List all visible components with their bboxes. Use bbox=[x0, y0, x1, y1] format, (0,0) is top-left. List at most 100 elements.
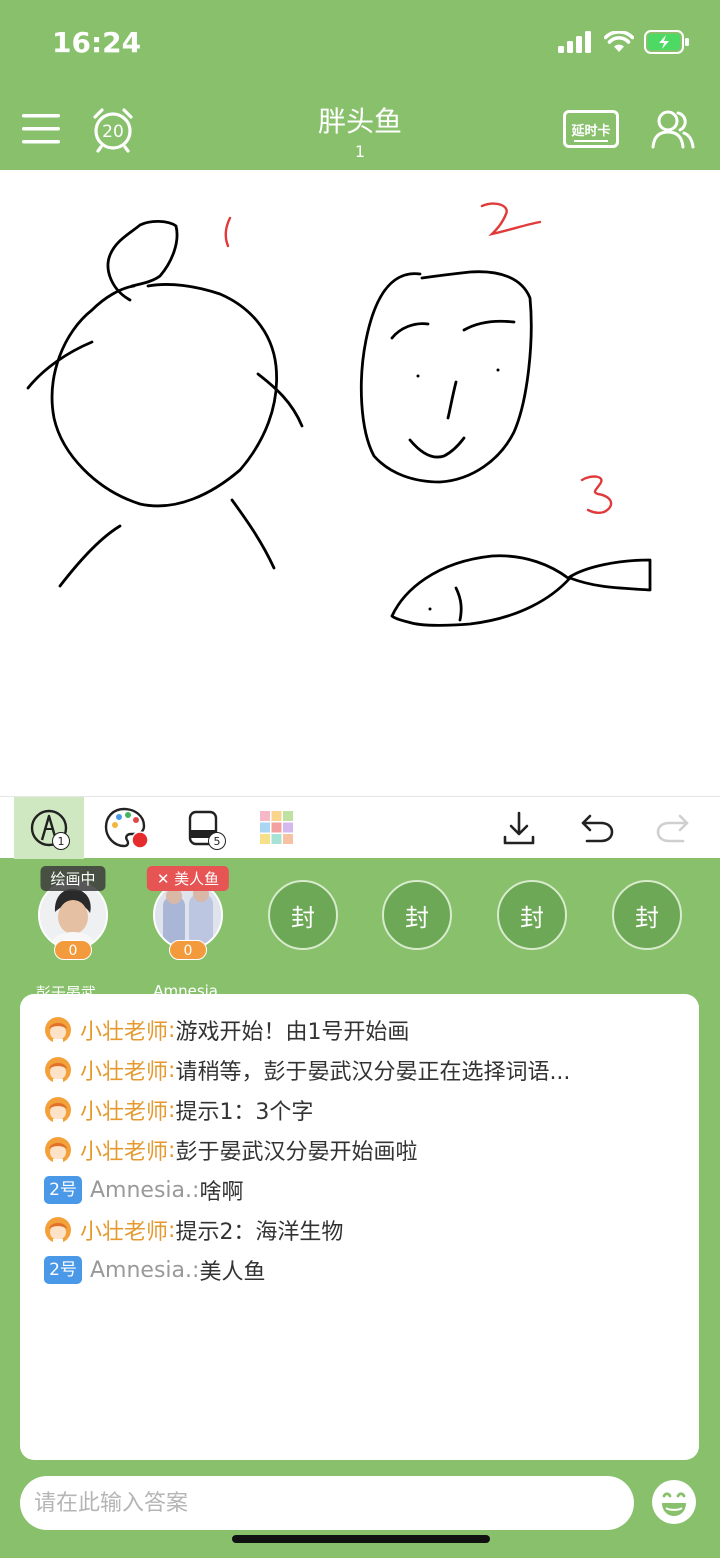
redo-icon bbox=[656, 814, 689, 843]
drawing-toolbar: 1 5 bbox=[0, 796, 720, 859]
players-button[interactable] bbox=[648, 104, 698, 154]
brush-tool[interactable]: 1 bbox=[14, 797, 84, 859]
player-number-badge: 2号 bbox=[44, 1256, 82, 1284]
stroke-body bbox=[50, 283, 279, 508]
stroke-leg-right bbox=[230, 498, 276, 570]
sealed-slot-3[interactable]: 封 bbox=[497, 880, 567, 950]
emoji-icon bbox=[652, 1480, 696, 1524]
teacher-avatar-icon bbox=[45, 1017, 71, 1044]
undo-button[interactable] bbox=[562, 797, 632, 859]
teacher-avatar-icon bbox=[45, 1217, 71, 1244]
palette-tool[interactable] bbox=[92, 797, 162, 859]
message-text: 游戏开始！由1号开始画 bbox=[175, 1020, 410, 1045]
status-bar: 16:24 bbox=[0, 0, 720, 88]
sender-sep: : bbox=[168, 1217, 176, 1243]
eraser-tool[interactable]: 5 bbox=[168, 797, 238, 859]
download-icon bbox=[503, 811, 535, 845]
stroke-face bbox=[359, 270, 533, 484]
wifi-icon bbox=[604, 31, 634, 52]
player-slot-1[interactable]: 绘画中 0 彭于晏武... bbox=[36, 866, 110, 1002]
avatar-image bbox=[40, 882, 106, 948]
message-text: 啥啊 bbox=[199, 1180, 244, 1205]
chat-message: 2号 Amnesia.: 美人鱼 bbox=[44, 1250, 675, 1290]
player-score: 0 bbox=[169, 940, 207, 960]
undo-icon bbox=[581, 814, 614, 843]
avatar-image bbox=[155, 882, 221, 948]
drawing-canvas[interactable] bbox=[0, 170, 720, 796]
stroke-arm-right bbox=[256, 372, 304, 428]
status-icons bbox=[558, 30, 690, 54]
message-text: 提示2：海洋生物 bbox=[175, 1220, 344, 1245]
chat-panel[interactable]: 小壮老师: 游戏开始！由1号开始画 小壮老师: 请稍等，彭于晏武汉分晏正在选择词… bbox=[20, 994, 699, 1460]
sender-sep: : bbox=[168, 1137, 176, 1163]
player-number-badge: 2号 bbox=[44, 1176, 82, 1204]
players-icon bbox=[651, 110, 695, 149]
message-text: 彭于晏武汉分晏开始画啦 bbox=[175, 1140, 418, 1165]
chat-message: 小壮老师: 提示2：海洋生物 bbox=[44, 1210, 675, 1250]
eraser-size: 5 bbox=[208, 832, 226, 850]
dot-eye-left bbox=[416, 374, 420, 378]
stroke-brow-right bbox=[462, 319, 516, 332]
chat-message: 小壮老师: 彭于晏武汉分晏开始画啦 bbox=[44, 1130, 675, 1170]
grid-color-icon bbox=[260, 811, 293, 844]
signal-icon bbox=[558, 31, 591, 53]
sender-sep: : bbox=[192, 1177, 200, 1203]
brush-size: 1 bbox=[52, 832, 70, 850]
stroke-mouth bbox=[408, 436, 466, 459]
color-grid-tool[interactable] bbox=[242, 797, 312, 859]
game-header: 20 胖头鱼 1 延时卡 bbox=[0, 88, 720, 170]
chat-message: 小壮老师: 提示1：3个字 bbox=[44, 1090, 675, 1130]
emoji-button[interactable] bbox=[651, 1479, 697, 1525]
stroke-knot bbox=[106, 219, 179, 302]
annotation-2 bbox=[480, 202, 542, 237]
answer-input[interactable] bbox=[20, 1476, 634, 1530]
annotation-1 bbox=[224, 216, 232, 248]
sender-name: Amnesia. bbox=[90, 1177, 193, 1203]
sender-sep: : bbox=[168, 1057, 176, 1083]
dot-fish-eye bbox=[428, 607, 432, 611]
sender-name: 小壮老师 bbox=[80, 1220, 169, 1245]
stroke-nose bbox=[446, 380, 458, 420]
extend-time-card-button[interactable]: 延时卡 bbox=[562, 104, 620, 154]
teacher-avatar-icon bbox=[45, 1137, 71, 1164]
palette-icon bbox=[104, 807, 149, 849]
status-time: 16:24 bbox=[52, 26, 142, 59]
players-row: 绘画中 0 彭于晏武... ✕ 美人鱼 0 Amnesia. 封 封 封 封 bbox=[0, 858, 720, 1002]
stroke-brow-left bbox=[390, 322, 430, 340]
message-text: 提示1：3个字 bbox=[175, 1100, 314, 1125]
sender-sep: : bbox=[168, 1017, 176, 1043]
download-button[interactable] bbox=[484, 797, 554, 859]
player-score: 0 bbox=[54, 940, 92, 960]
sender-sep: : bbox=[192, 1257, 200, 1283]
stroke-arm-left bbox=[26, 340, 94, 390]
message-text: 美人鱼 bbox=[199, 1260, 266, 1285]
extend-card-label: 延时卡 bbox=[571, 123, 611, 139]
stroke-fish-gill bbox=[454, 586, 463, 622]
sender-name: 小壮老师 bbox=[80, 1100, 169, 1125]
sealed-slot-2[interactable]: 封 bbox=[382, 880, 452, 950]
stroke-leg-left bbox=[58, 524, 122, 588]
teacher-avatar-icon bbox=[45, 1097, 71, 1124]
drawing-tag: 绘画中 bbox=[40, 866, 106, 891]
drawing-strokes bbox=[26, 202, 652, 627]
sealed-slot-1[interactable]: 封 bbox=[268, 880, 338, 950]
redo-button[interactable] bbox=[638, 797, 708, 859]
chat-message: 小壮老师: 请稍等，彭于晏武汉分晏正在选择词语... bbox=[44, 1050, 675, 1090]
extend-time-card-icon: 延时卡 bbox=[563, 110, 619, 148]
sender-name: Amnesia. bbox=[90, 1257, 193, 1283]
stroke-fish bbox=[390, 554, 652, 627]
guess-tag-text: 美人鱼 bbox=[174, 870, 220, 888]
battery-charging-icon bbox=[644, 30, 689, 54]
annotation-3 bbox=[580, 475, 613, 515]
home-indicator bbox=[232, 1535, 490, 1543]
sender-name: 小壮老师 bbox=[80, 1140, 169, 1165]
message-text: 请稍等，彭于晏武汉分晏正在选择词语... bbox=[175, 1060, 571, 1085]
sender-name: 小壮老师 bbox=[80, 1060, 169, 1085]
sealed-slot-4[interactable]: 封 bbox=[612, 880, 682, 950]
sender-name: 小壮老师 bbox=[80, 1020, 169, 1045]
player-slot-2[interactable]: ✕ 美人鱼 0 Amnesia. bbox=[146, 866, 230, 1000]
close-icon: ✕ bbox=[156, 870, 170, 888]
chat-message: 2号 Amnesia.: 啥啊 bbox=[44, 1170, 675, 1210]
sender-sep: : bbox=[168, 1097, 176, 1123]
chat-message: 小壮老师: 游戏开始！由1号开始画 bbox=[44, 1010, 675, 1050]
